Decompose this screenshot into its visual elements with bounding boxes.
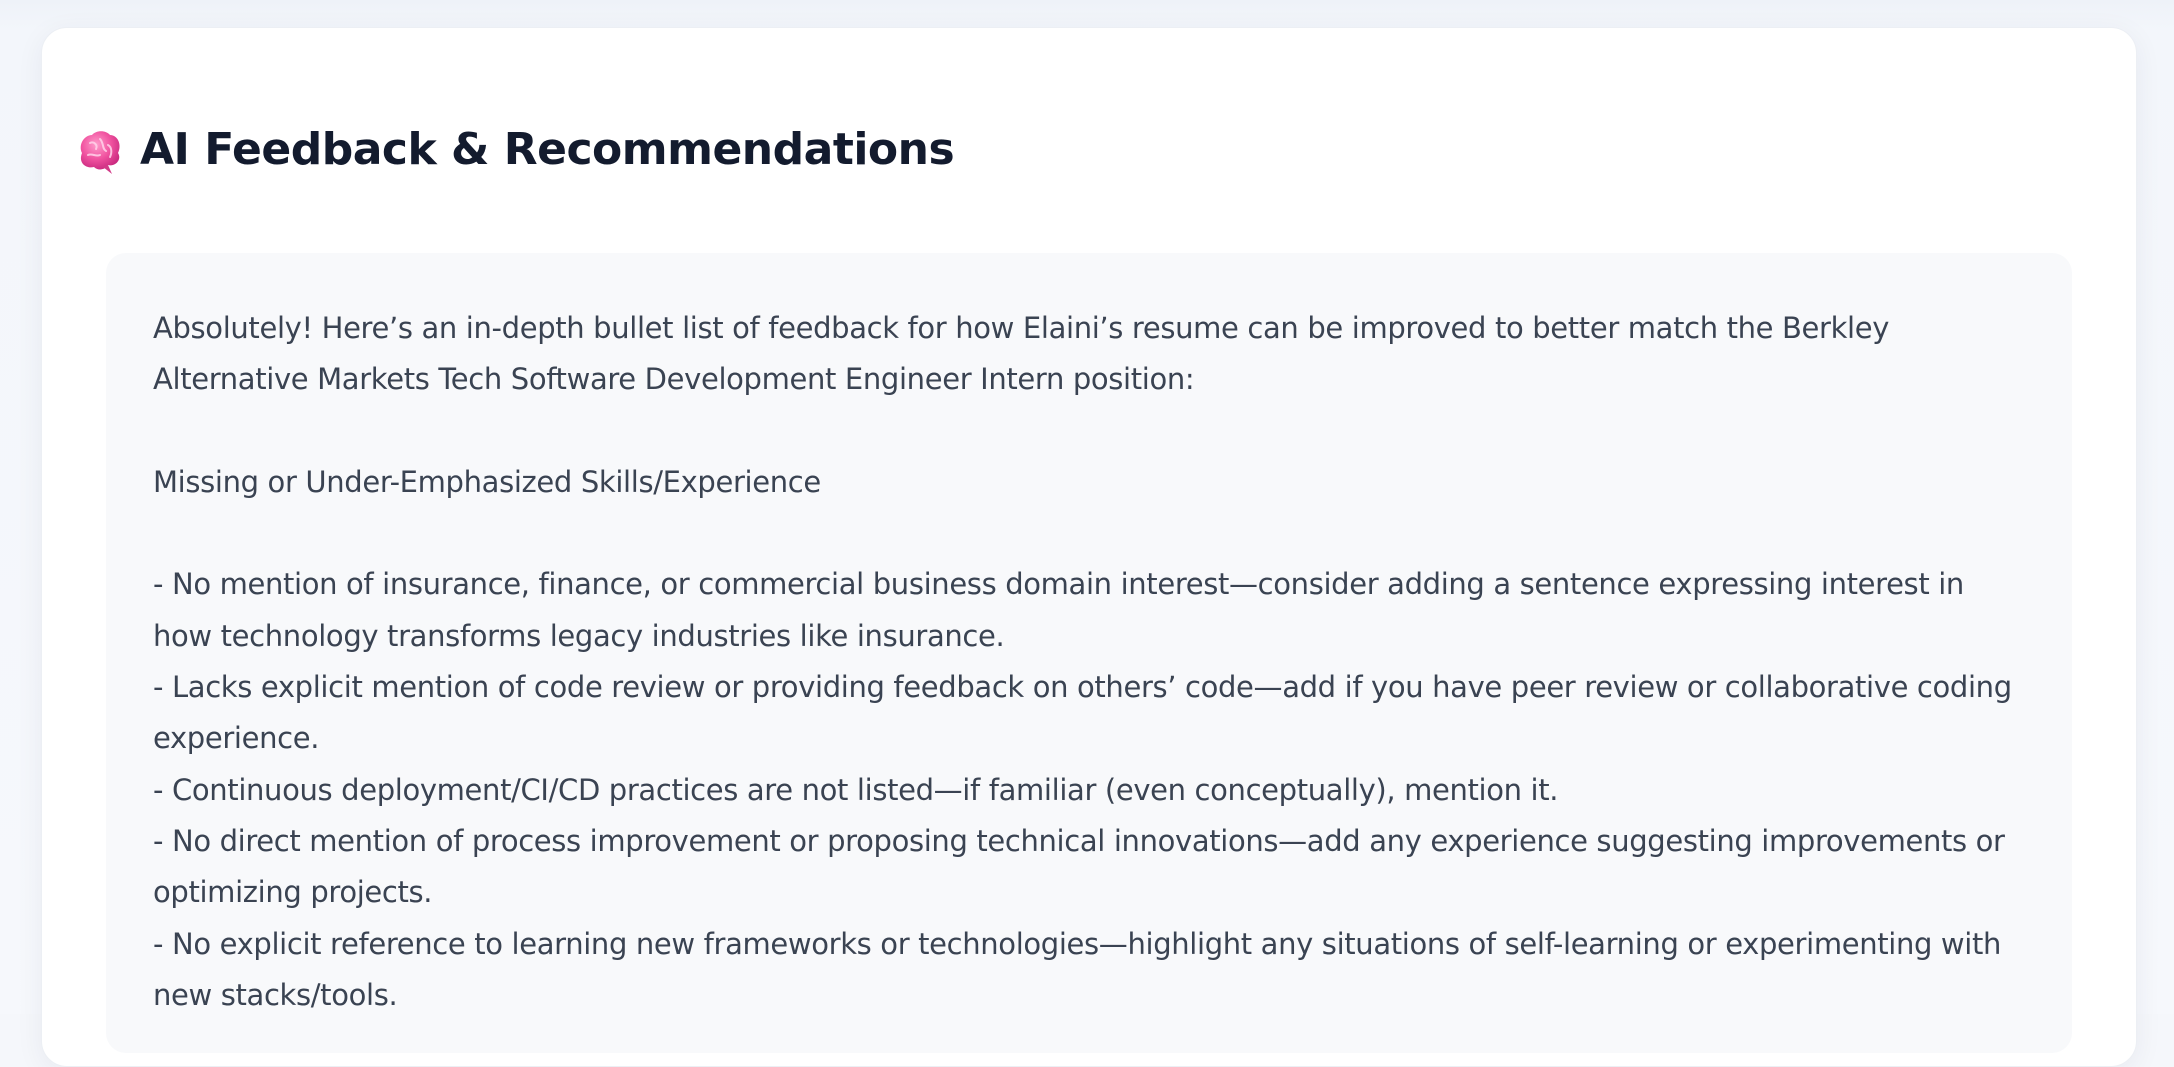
feedback-bullet: - Lacks explicit mention of code review … (153, 670, 2012, 756)
feedback-bullet: - No explicit reference to learning new … (153, 926, 2002, 1012)
section-heading: AI Feedback & Recommendations (72, 115, 955, 185)
top-shadow (0, 0, 2174, 30)
feedback-subheading: Missing or Under-Emphasized Skills/Exper… (153, 464, 821, 499)
feedback-intro: Absolutely! Here’s an in-depth bullet li… (153, 311, 1890, 397)
feedback-bullet: - No direct mention of process improveme… (153, 823, 2005, 910)
feedback-panel: Absolutely! Here’s an in-depth bullet li… (106, 253, 2072, 1053)
brain-icon (72, 123, 126, 177)
feedback-bullet: - No mention of insurance, finance, or c… (153, 567, 1964, 653)
feedback-bullet: - Continuous deployment/CI/CD practices … (153, 772, 1559, 807)
section-title: AI Feedback & Recommendations (140, 124, 955, 175)
